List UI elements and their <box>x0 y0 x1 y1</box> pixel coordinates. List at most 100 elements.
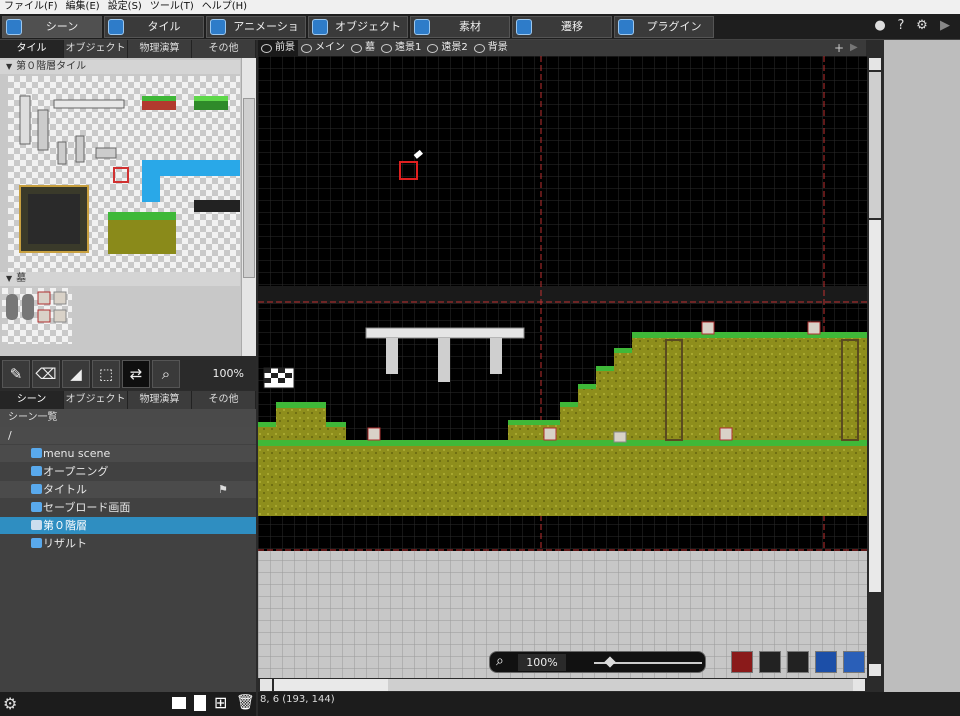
list-item[interactable]: 第０階層 <box>0 517 256 534</box>
scene-icon <box>31 520 42 530</box>
paint-icon[interactable] <box>731 651 753 673</box>
tab-material[interactable]: 素材 <box>410 16 510 38</box>
list-item[interactable]: オープニング <box>0 463 256 480</box>
new-page-icon[interactable] <box>194 695 206 711</box>
layer-toggle-icon[interactable]: ⇄ <box>122 360 150 388</box>
left-tab-other[interactable]: その他 <box>192 40 256 58</box>
canvas-zoom-level[interactable]: 100% <box>518 654 566 671</box>
list-item[interactable]: リザルト <box>0 535 256 552</box>
eye-icon[interactable] <box>427 43 439 53</box>
palette-zoom-level[interactable]: 100% <box>200 367 244 381</box>
scroll-track[interactable] <box>274 679 388 691</box>
menu-tools[interactable]: ツール(T) <box>146 0 198 14</box>
scene-icon <box>31 466 42 476</box>
collapse-triangle-icon: ▼ <box>6 274 13 283</box>
layer-toggle-icon[interactable] <box>759 651 781 673</box>
scroll-track[interactable] <box>869 220 881 592</box>
magnet-icon[interactable] <box>787 651 809 673</box>
tab-tile[interactable]: タイル <box>104 16 204 38</box>
scene-panel-tabs: シーン オブジェクト 物理演算 その他 <box>0 391 256 409</box>
layer-label: 前景 <box>275 42 295 53</box>
menu-edit[interactable]: 編集(E) <box>62 0 104 14</box>
add-folder-icon[interactable]: ⊞ <box>214 693 227 712</box>
zoom-icon[interactable]: ⌕ <box>496 653 504 669</box>
tab-scene[interactable]: シーン <box>2 16 102 38</box>
layer-grave[interactable]: 墓 <box>348 40 378 56</box>
menu-file[interactable]: ファイル(F) <box>0 0 62 14</box>
scene-tab-other[interactable]: その他 <box>192 391 256 409</box>
layer-distant-2[interactable]: 遠景2 <box>424 40 470 56</box>
tileset-image[interactable] <box>8 76 240 272</box>
list-item[interactable]: menu scene <box>0 445 256 462</box>
eye-icon[interactable] <box>473 43 485 53</box>
tab-plugin-label: プラグイン <box>646 20 702 33</box>
arrow-right-icon[interactable]: ▶ <box>850 40 858 56</box>
left-tab-physics[interactable]: 物理演算 <box>128 40 192 58</box>
tile-group-header[interactable]: ▼ 第０階層タイル <box>0 60 240 74</box>
transition-icon <box>516 19 532 35</box>
tile-palette: ▼ 第０階層タイル ▼ 墓 <box>0 58 256 356</box>
scene-label: タイトル <box>43 483 87 496</box>
tab-plugin[interactable]: プラグイン <box>614 16 714 38</box>
fill-icon[interactable]: ◢ <box>62 360 90 388</box>
arrow-left-icon[interactable] <box>260 679 272 691</box>
eraser-icon[interactable]: ⌫ <box>32 360 60 388</box>
pen-icon[interactable]: ✎ <box>2 360 30 388</box>
left-tab-object[interactable]: オブジェクト <box>64 40 128 58</box>
scene-root-row[interactable]: / <box>0 427 256 444</box>
zoom-slider-handle[interactable] <box>604 656 616 668</box>
eye-icon[interactable] <box>351 43 362 53</box>
help-icon[interactable]: ? <box>893 18 909 34</box>
tile-palette-scrollbar[interactable] <box>241 58 256 356</box>
eye-icon[interactable] <box>381 43 392 53</box>
scene-list-footer: ⚙ ⊞ 🗑 <box>0 692 256 716</box>
zoom-icon[interactable]: ⌕ <box>152 360 180 388</box>
layer-main[interactable]: メイン <box>298 40 348 56</box>
list-item[interactable]: タイトル ⚑ <box>0 481 256 498</box>
trash-icon[interactable]: 🗑 <box>236 693 255 711</box>
canvas-horizontal-scrollbar[interactable] <box>258 678 867 692</box>
scroll-thumb[interactable] <box>388 679 853 691</box>
tab-object[interactable]: オブジェクト <box>308 16 408 38</box>
layer-background[interactable]: 背景 <box>471 40 511 56</box>
arrow-up-icon[interactable] <box>869 58 881 70</box>
new-scene-icon[interactable] <box>172 697 186 709</box>
gear-icon[interactable]: ⚙ <box>3 694 17 713</box>
scroll-thumb[interactable] <box>243 98 255 278</box>
start-flag-icon: ⚑ <box>218 483 228 496</box>
scene-tab-object[interactable]: オブジェクト <box>64 391 128 409</box>
play-icon[interactable]: ▶ <box>937 18 953 34</box>
select-icon[interactable]: ⬚ <box>92 360 120 388</box>
status-bar: 8, 6 (193, 144) <box>258 692 960 716</box>
grid-icon[interactable] <box>815 651 837 673</box>
tab-animation[interactable]: アニメーション <box>206 16 306 53</box>
eye-icon[interactable] <box>261 43 272 53</box>
scene-tab-scene[interactable]: シーン <box>0 391 64 409</box>
gear-icon[interactable]: ⚙ <box>914 18 930 34</box>
layer-label: 遠景1 <box>395 42 422 53</box>
tab-transition[interactable]: 遷移 <box>512 16 612 38</box>
scene-canvas[interactable] <box>258 56 867 678</box>
scroll-thumb[interactable] <box>869 72 881 218</box>
tile-icon <box>108 19 124 35</box>
menu-help[interactable]: ヘルプ(H) <box>198 0 251 14</box>
add-layer-icon[interactable]: + <box>834 40 844 56</box>
layer-foreground[interactable]: 前景 <box>258 40 298 56</box>
tab-material-label: 素材 <box>459 20 481 33</box>
layer-distant-1[interactable]: 遠景1 <box>378 40 424 56</box>
arrow-right-icon[interactable] <box>853 679 865 691</box>
circle-icon[interactable]: ● <box>872 18 888 34</box>
list-item[interactable]: セーブロード画面 <box>0 499 256 516</box>
tile-group-header[interactable]: ▼ 墓 <box>0 272 240 286</box>
layer-bar: 前景 メイン 墓 遠景1 遠景2 背景 + ▶ <box>258 40 866 56</box>
scene-tab-physics[interactable]: 物理演算 <box>128 391 192 409</box>
scene-label: menu scene <box>43 447 111 460</box>
eye-icon[interactable] <box>301 43 312 53</box>
canvas-vertical-scrollbar[interactable] <box>867 56 883 678</box>
left-tab-tile[interactable]: タイル <box>0 40 64 58</box>
scene-icon <box>31 502 42 512</box>
menu-settings[interactable]: 設定(S) <box>104 0 146 14</box>
arrow-down-icon[interactable] <box>869 664 881 676</box>
check-icon[interactable] <box>843 651 865 673</box>
grave-tileset-image[interactable] <box>2 288 72 344</box>
